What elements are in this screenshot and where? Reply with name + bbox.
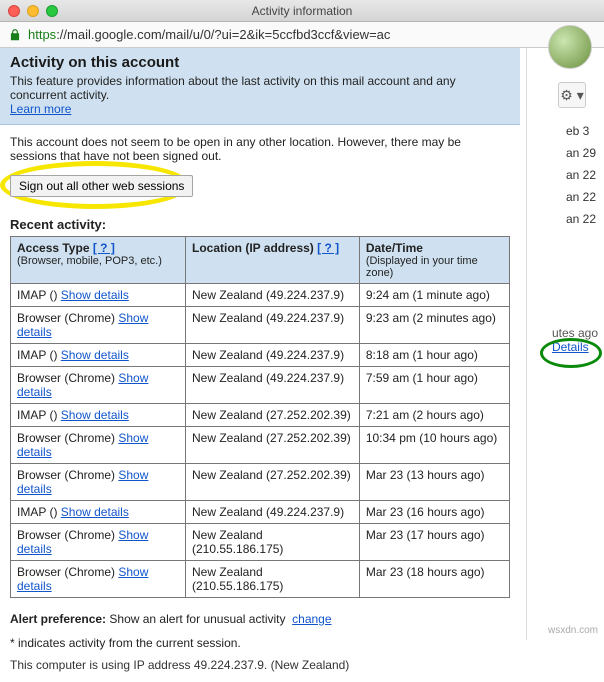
table-row: Browser (Chrome) Show detailsNew Zealand… — [11, 524, 510, 561]
cell-datetime: 9:24 am (1 minute ago) — [359, 284, 509, 307]
cell-location: New Zealand (27.252.202.39) — [186, 464, 360, 501]
table-row: IMAP () Show detailsNew Zealand (27.252.… — [11, 404, 510, 427]
cell-access: IMAP () Show details — [11, 404, 186, 427]
cell-access: Browser (Chrome) Show details — [11, 427, 186, 464]
cell-datetime: Mar 23 (13 hours ago) — [359, 464, 509, 501]
location-help-link[interactable]: [ ? ] — [317, 241, 339, 255]
url-scheme: https — [28, 27, 56, 42]
table-row: Browser (Chrome) Show detailsNew Zealand… — [11, 427, 510, 464]
col-location: Location (IP address) [ ? ] — [186, 237, 360, 284]
alert-preference: Alert preference: Show an alert for unus… — [10, 612, 510, 626]
cell-access: Browser (Chrome) Show details — [11, 464, 186, 501]
cell-location: New Zealand (49.224.237.9) — [186, 367, 360, 404]
table-row: IMAP () Show detailsNew Zealand (49.224.… — [11, 501, 510, 524]
cell-location: New Zealand (27.252.202.39) — [186, 404, 360, 427]
cell-datetime: Mar 23 (16 hours ago) — [359, 501, 509, 524]
cell-datetime: 9:23 am (2 minutes ago) — [359, 307, 509, 344]
window-title: Activity information — [0, 4, 604, 18]
session-asterisk-note: * indicates activity from the current se… — [10, 636, 510, 650]
cell-datetime: 7:21 am (2 hours ago) — [359, 404, 509, 427]
show-details-link[interactable]: Show details — [61, 348, 129, 362]
table-row: Browser (Chrome) Show detailsNew Zealand… — [11, 367, 510, 404]
table-row: Browser (Chrome) Show detailsNew Zealand… — [11, 464, 510, 501]
show-details-link[interactable]: Show details — [61, 288, 129, 302]
cell-datetime: Mar 23 (17 hours ago) — [359, 524, 509, 561]
cell-location: New Zealand (49.224.237.9) — [186, 344, 360, 367]
address-bar[interactable]: https://mail.google.com/mail/u/0/?ui=2&i… — [0, 22, 604, 48]
access-help-link[interactable]: [ ? ] — [93, 241, 115, 255]
activity-table: Access Type [ ? ] (Browser, mobile, POP3… — [10, 236, 510, 598]
cell-access: Browser (Chrome) Show details — [11, 561, 186, 598]
cell-datetime: 7:59 am (1 hour ago) — [359, 367, 509, 404]
cell-location: New Zealand (210.55.186.175) — [186, 524, 360, 561]
cell-location: New Zealand (27.252.202.39) — [186, 427, 360, 464]
cell-datetime: 8:18 am (1 hour ago) — [359, 344, 509, 367]
table-row: Browser (Chrome) Show detailsNew Zealand… — [11, 561, 510, 598]
cell-datetime: Mar 23 (18 hours ago) — [359, 561, 509, 598]
current-ip-note: This computer is using IP address 49.224… — [10, 658, 510, 672]
banner-description: This feature provides information about … — [10, 74, 456, 102]
cell-access: Browser (Chrome) Show details — [11, 307, 186, 344]
url-text: https://mail.google.com/mail/u/0/?ui=2&i… — [28, 27, 390, 42]
cell-access: IMAP () Show details — [11, 344, 186, 367]
show-details-link[interactable]: Show details — [61, 408, 129, 422]
table-row: IMAP () Show detailsNew Zealand (49.224.… — [11, 284, 510, 307]
cell-access: Browser (Chrome) Show details — [11, 524, 186, 561]
recent-activity-heading: Recent activity: — [10, 217, 510, 232]
gear-icon: ⚙ ▾ — [560, 87, 583, 104]
learn-more-link[interactable]: Learn more — [10, 102, 71, 116]
cell-access: IMAP () Show details — [11, 284, 186, 307]
cell-datetime: 10:34 pm (10 hours ago) — [359, 427, 509, 464]
url-rest: ://mail.google.com/mail/u/0/?ui=2&ik=5cc… — [56, 27, 390, 42]
change-alert-link[interactable]: change — [292, 612, 331, 626]
col-datetime: Date/Time (Displayed in your time zone) — [359, 237, 509, 284]
window-titlebar: Activity information — [0, 0, 604, 22]
cell-location: New Zealand (210.55.186.175) — [186, 561, 360, 598]
activity-snippet: utes ago Details — [552, 326, 598, 354]
details-link[interactable]: Details — [552, 340, 589, 354]
cell-access: IMAP () Show details — [11, 501, 186, 524]
table-row: IMAP () Show detailsNew Zealand (49.224.… — [11, 344, 510, 367]
show-details-link[interactable]: Show details — [61, 505, 129, 519]
cell-access: Browser (Chrome) Show details — [11, 367, 186, 404]
avatar[interactable] — [548, 25, 592, 69]
col-access-type: Access Type [ ? ] (Browser, mobile, POP3… — [11, 237, 186, 284]
table-row: Browser (Chrome) Show detailsNew Zealand… — [11, 307, 510, 344]
session-note: This account does not seem to be open in… — [10, 135, 510, 163]
cell-location: New Zealand (49.224.237.9) — [186, 284, 360, 307]
cell-location: New Zealand (49.224.237.9) — [186, 307, 360, 344]
sign-out-sessions-button[interactable]: Sign out all other web sessions — [10, 175, 193, 197]
info-banner: Activity on this account This feature pr… — [0, 48, 520, 125]
inbox-date-fragments: eb 3 an 29 an 22 an 22 an 22 — [566, 120, 596, 230]
settings-button[interactable]: ⚙ ▾ — [558, 82, 586, 108]
lock-icon — [8, 28, 22, 42]
cell-location: New Zealand (49.224.237.9) — [186, 501, 360, 524]
banner-heading: Activity on this account — [10, 54, 510, 71]
